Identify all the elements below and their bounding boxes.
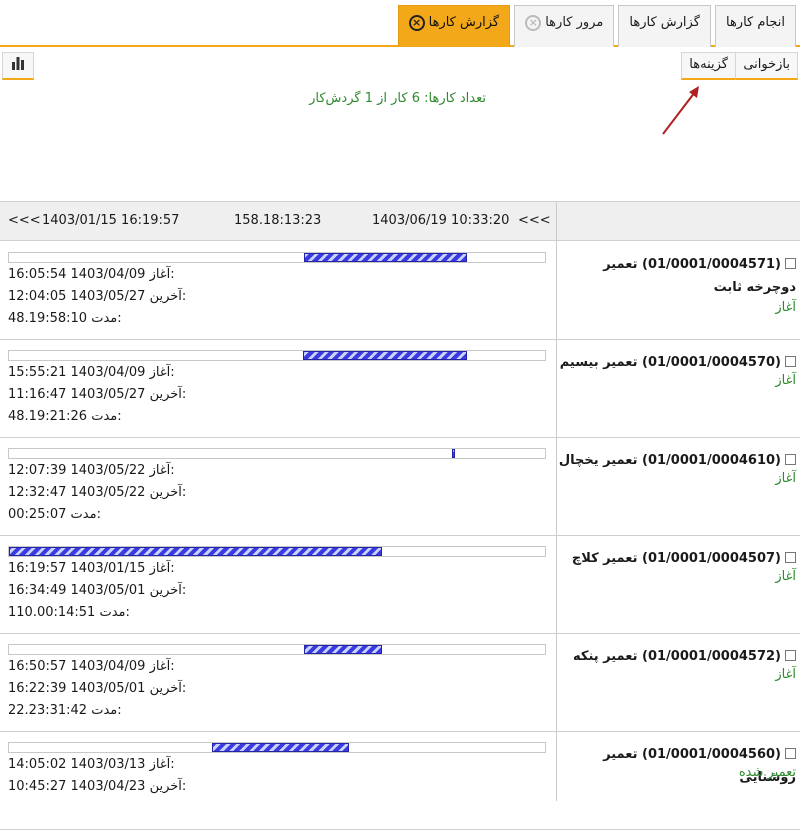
task-title-text: (01/0001/0004571) تعمیر دوچرخه ثابت [603, 257, 796, 295]
timeline-track [8, 742, 546, 753]
task-times: 14:05:02 1403/03/13 آغاز: 10:45:27 1403/0… [8, 754, 186, 798]
task-times: 16:05:54 1403/04/09 آغاز: 12:04:05 1403/0… [8, 264, 186, 330]
task-title[interactable]: (01/0001/0004572) تعمیر پنکه [556, 645, 796, 668]
tab-label: گزارش کارها [629, 15, 700, 30]
task-checkbox[interactable] [785, 552, 796, 563]
timeline-track [8, 350, 546, 361]
last-time: 16:34:49 1403/05/01 آخرین: [8, 583, 187, 598]
column-divider [556, 202, 557, 242]
timeline-track [8, 448, 546, 459]
tab-browse-tasks[interactable]: مرور کارها× [514, 5, 615, 47]
tab-label: گزارش کارها [428, 15, 500, 30]
range-start: 1403/01/15 16:19:57 [42, 213, 180, 228]
range-duration: 158.18:13:23 [234, 213, 322, 228]
task-times: 16:50:57 1403/04/09 آغاز: 16:22:39 1403/0… [8, 656, 186, 722]
last-time: 16:22:39 1403/05/01 آخرین: [8, 681, 187, 696]
reload-button[interactable]: بازخوانی [735, 52, 798, 80]
timeline-bar[interactable] [304, 645, 382, 654]
tab-do-tasks[interactable]: انجام کارها [714, 5, 796, 47]
table-row: (01/0001/0004507) تعمیر کلاچ آغاز 16:19:57… [0, 536, 800, 634]
bar-chart-button[interactable] [2, 52, 34, 80]
task-title[interactable]: (01/0001/0004610) تعمیر یخچال [556, 449, 796, 472]
timeline-bar[interactable] [211, 743, 350, 752]
duration: 22.23:31:42 مدت: [8, 703, 122, 718]
timeline-track [8, 252, 546, 263]
task-status: آغاز [775, 373, 796, 388]
range-end: 1403/06/19 10:33:20 [372, 213, 510, 228]
options-button[interactable]: گزینه‌ها [681, 52, 736, 80]
task-times: 15:55:21 1403/04/09 آغاز: 11:16:47 1403/0… [8, 362, 186, 428]
duration: 48.19:21:26 مدت: [8, 409, 122, 424]
tab-task-report-active[interactable]: گزارش کارها× [397, 5, 511, 47]
nav-prev-button[interactable]: <<< [8, 213, 41, 228]
task-status: تعمیر شده [738, 765, 796, 780]
task-checkbox[interactable] [785, 650, 796, 661]
task-status: آغاز [775, 300, 796, 315]
last-time: 12:32:47 1403/05/22 آخرین: [8, 485, 187, 500]
timeline-bar[interactable] [9, 547, 382, 556]
duration: 110.00:14:51 مدت: [8, 605, 130, 620]
table-row: (01/0001/0004610) تعمیر یخچال آغاز 12:07:3… [0, 438, 800, 536]
table-row: (01/0001/0004571) تعمیر دوچرخه ثابت آغاز 1… [0, 242, 800, 340]
task-title-text: (01/0001/0004572) تعمیر پنکه [573, 649, 781, 664]
gantt-header: <<< 1403/01/15 16:19:57 158.18:13:23 140… [0, 201, 800, 242]
nav-next-button[interactable]: <<< [518, 213, 551, 228]
table-row: (01/0001/0004570) تعمیر بیسیم آغاز 15:55:2… [0, 340, 800, 438]
annotation-arrow [662, 86, 699, 135]
task-title-text: (01/0001/0004507) تعمیر کلاچ [571, 551, 781, 566]
duration: 48.19:58:10 مدت: [8, 311, 122, 326]
timeline-bar[interactable] [451, 449, 455, 458]
task-status: آغاز [775, 471, 796, 486]
task-checkbox[interactable] [785, 258, 796, 269]
timeline-bar[interactable] [303, 253, 468, 262]
start-time: 15:55:21 1403/04/09 آغاز: [8, 365, 175, 380]
table-row: (01/0001/0004572) تعمیر پنکه آغاز 16:50:57… [0, 634, 800, 732]
task-status: آغاز [775, 569, 796, 584]
task-status: آغاز [775, 667, 796, 682]
timeline-bar[interactable] [302, 351, 468, 360]
tab-label: مرور کارها [545, 15, 604, 30]
duration: 00:25:07 مدت: [8, 507, 101, 522]
task-title[interactable]: (01/0001/0004507) تعمیر کلاچ [556, 547, 796, 570]
start-time: 16:05:54 1403/04/09 آغاز: [8, 267, 175, 282]
task-times: 12:07:39 1403/05/22 آغاز: 12:32:47 1403/0… [8, 460, 186, 526]
table-row: (01/0001/0004560) تعمیر روشنایی تعمیر شده… [0, 732, 800, 830]
close-icon[interactable]: × [408, 14, 425, 31]
task-times: 16:19:57 1403/01/15 آغاز: 16:34:49 1403/0… [8, 558, 186, 624]
tab-bar: انجام کارها گزارش کارها مرور کارها× گزار… [0, 0, 800, 47]
task-title-text: (01/0001/0004610) تعمیر یخچال [558, 453, 781, 468]
timeline-track [8, 546, 546, 557]
task-checkbox[interactable] [785, 748, 796, 759]
start-time: 16:50:57 1403/04/09 آغاز: [8, 659, 175, 674]
start-time: 12:07:39 1403/05/22 آغاز: [8, 463, 175, 478]
tab-label: انجام کارها [725, 15, 785, 30]
last-time: 12:04:05 1403/05/27 آخرین: [8, 289, 187, 304]
task-title[interactable]: (01/0001/0004570) تعمیر بیسیم [556, 351, 796, 374]
bar-chart-icon [12, 57, 24, 70]
start-time: 14:05:02 1403/03/13 آغاز: [8, 757, 175, 772]
task-summary: تعداد کارها: 6 کار از 1 گردش‌کار [309, 91, 486, 106]
close-icon[interactable]: × [525, 14, 542, 31]
task-checkbox[interactable] [785, 356, 796, 367]
last-time: 10:45:27 1403/04/23 آخرین: [8, 779, 187, 794]
start-time: 16:19:57 1403/01/15 آغاز: [8, 561, 175, 576]
tab-task-report[interactable]: گزارش کارها [618, 5, 711, 47]
last-time: 11:16:47 1403/05/27 آخرین: [8, 387, 187, 402]
task-title-text: (01/0001/0004570) تعمیر بیسیم [559, 355, 781, 370]
task-title[interactable]: (01/0001/0004571) تعمیر دوچرخه ثابت [556, 253, 796, 299]
task-checkbox[interactable] [785, 454, 796, 465]
timeline-track [8, 644, 546, 655]
